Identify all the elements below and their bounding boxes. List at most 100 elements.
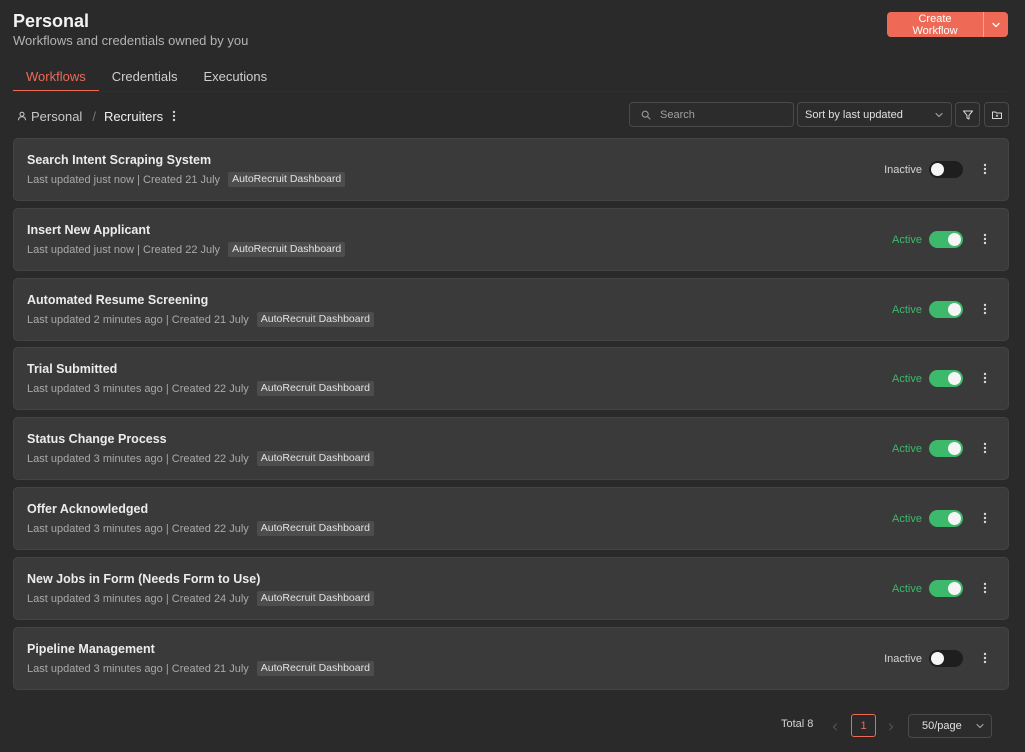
workflow-tag[interactable]: AutoRecruit Dashboard [256, 381, 374, 396]
pagination-total: Total 8 [781, 718, 814, 730]
workflow-active-toggle[interactable] [929, 650, 963, 667]
workflow-active-toggle[interactable] [929, 370, 963, 387]
workflow-active-toggle[interactable] [929, 580, 963, 597]
workflow-updated: Last updated 3 minutes ago [27, 452, 163, 465]
tab-workflows[interactable]: Workflows [13, 68, 99, 92]
workflow-updated: Last updated 3 minutes ago [27, 662, 163, 675]
workflow-updated: Last updated 2 minutes ago [27, 313, 163, 326]
workflow-name[interactable]: Automated Resume Screening [27, 293, 208, 307]
workflow-name[interactable]: Trial Submitted [27, 362, 117, 376]
workflow-name[interactable]: Offer Acknowledged [27, 502, 148, 516]
meta-separator: | [162, 592, 172, 605]
workflow-tag[interactable]: AutoRecruit Dashboard [256, 661, 374, 676]
workflow-name[interactable]: Status Change Process [27, 432, 167, 446]
toggle-knob [931, 652, 944, 665]
filter-button[interactable] [955, 102, 980, 127]
workflow-more-button[interactable] [980, 510, 990, 526]
chevron-left-icon [832, 723, 838, 731]
workflow-active-toggle[interactable] [929, 161, 963, 178]
more-vertical-icon [983, 163, 987, 175]
search-box [629, 102, 794, 127]
workflows-page: Personal Workflows and credentials owned… [0, 0, 1025, 752]
workflow-tag[interactable]: AutoRecruit Dashboard [228, 242, 346, 257]
workflow-updated: Last updated 3 minutes ago [27, 382, 163, 395]
workflow-card[interactable]: New Jobs in Form (Needs Form to Use) Last… [13, 557, 1009, 620]
workflow-updated: Last updated just now [27, 173, 135, 186]
workflow-more-button[interactable] [980, 580, 990, 596]
meta-separator: | [162, 522, 172, 535]
workflow-tag[interactable]: AutoRecruit Dashboard [228, 172, 346, 187]
more-vertical-icon [983, 582, 987, 594]
page-subtitle: Workflows and credentials owned by you [13, 33, 249, 48]
prev-page-button[interactable] [831, 719, 839, 737]
page-number-current[interactable]: 1 [851, 714, 876, 737]
filter-icon [962, 110, 973, 119]
workflow-status-label: Active [892, 513, 922, 525]
page-size-value: 50/page [922, 720, 962, 732]
workflow-meta: Last updated 3 minutes ago | Created 21 … [27, 661, 374, 676]
workflow-card[interactable]: Trial Submitted Last updated 3 minutes ag… [13, 347, 1009, 410]
workflow-more-button[interactable] [980, 370, 990, 386]
workflow-name[interactable]: Pipeline Management [27, 642, 155, 656]
workflow-active-toggle[interactable] [929, 231, 963, 248]
tab-executions[interactable]: Executions [190, 68, 280, 92]
page-size-select[interactable]: 50/page [908, 714, 992, 738]
breadcrumb-personal-label: Personal [31, 108, 83, 124]
folder-icon [991, 111, 1002, 119]
more-vertical-icon [172, 110, 176, 122]
more-vertical-icon [983, 442, 987, 454]
workflow-card[interactable]: Pipeline Management Last updated 3 minute… [13, 627, 1009, 690]
next-page-button[interactable] [887, 719, 895, 737]
breadcrumb: Personal / Recruiters [17, 107, 176, 125]
workflow-status-label: Active [892, 304, 922, 316]
workflow-tag[interactable]: AutoRecruit Dashboard [256, 312, 374, 327]
meta-separator: | [134, 243, 144, 256]
create-workflow-group: Create Workflow [887, 12, 1008, 37]
workflow-more-button[interactable] [980, 440, 990, 456]
workflow-status-label: Inactive [884, 653, 922, 665]
workflow-more-button[interactable] [980, 231, 990, 247]
workflow-card[interactable]: Status Change Process Last updated 3 minu… [13, 417, 1009, 480]
more-vertical-icon [983, 512, 987, 524]
workflow-name[interactable]: Search Intent Scraping System [27, 153, 211, 167]
workflow-card[interactable]: Search Intent Scraping System Last update… [13, 138, 1009, 201]
breadcrumb-separator: / [92, 108, 96, 124]
workflow-active-toggle[interactable] [929, 440, 963, 457]
create-workflow-button[interactable]: Create Workflow [887, 12, 983, 37]
workflow-card[interactable]: Automated Resume Screening Last updated 2… [13, 278, 1009, 341]
workflow-tag[interactable]: AutoRecruit Dashboard [256, 451, 374, 466]
toggle-knob [931, 163, 944, 176]
workflow-more-button[interactable] [980, 161, 990, 177]
workflow-created: Created 22 July [171, 452, 249, 465]
chevron-down-icon [976, 723, 984, 729]
tab-credentials[interactable]: Credentials [99, 68, 191, 92]
meta-separator: | [162, 662, 172, 675]
search-icon [641, 110, 651, 120]
sort-select[interactable]: Sort by last updated [797, 102, 952, 127]
workflow-meta: Last updated just now | Created 22 July A… [27, 242, 346, 257]
workflow-name[interactable]: Insert New Applicant [27, 223, 150, 237]
more-vertical-icon [983, 303, 987, 315]
workflow-card[interactable]: Offer Acknowledged Last updated 3 minutes… [13, 487, 1009, 550]
workflow-tag[interactable]: AutoRecruit Dashboard [256, 591, 374, 606]
breadcrumb-current: Recruiters [103, 108, 164, 124]
create-options-button[interactable] [983, 12, 1008, 37]
workflow-meta: Last updated 3 minutes ago | Created 24 … [27, 591, 374, 606]
workflow-active-toggle[interactable] [929, 510, 963, 527]
chevron-down-icon [992, 22, 1000, 27]
workflow-created: Created 22 July [171, 382, 249, 395]
breadcrumb-more-button[interactable] [172, 107, 176, 125]
workflow-more-button[interactable] [980, 301, 990, 317]
meta-separator: | [162, 313, 172, 326]
workflow-active-toggle[interactable] [929, 301, 963, 318]
page-tabs: Workflows Credentials Executions [13, 68, 280, 92]
search-input[interactable] [660, 108, 790, 121]
breadcrumb-personal[interactable]: Personal [17, 109, 82, 124]
workflow-tag[interactable]: AutoRecruit Dashboard [256, 521, 374, 536]
workflow-created: Created 21 July [171, 313, 249, 326]
workflow-more-button[interactable] [980, 650, 990, 666]
more-vertical-icon [983, 233, 987, 245]
workflow-card[interactable]: Insert New Applicant Last updated just no… [13, 208, 1009, 271]
folder-button[interactable] [984, 102, 1009, 127]
workflow-name[interactable]: New Jobs in Form (Needs Form to Use) [27, 572, 260, 586]
